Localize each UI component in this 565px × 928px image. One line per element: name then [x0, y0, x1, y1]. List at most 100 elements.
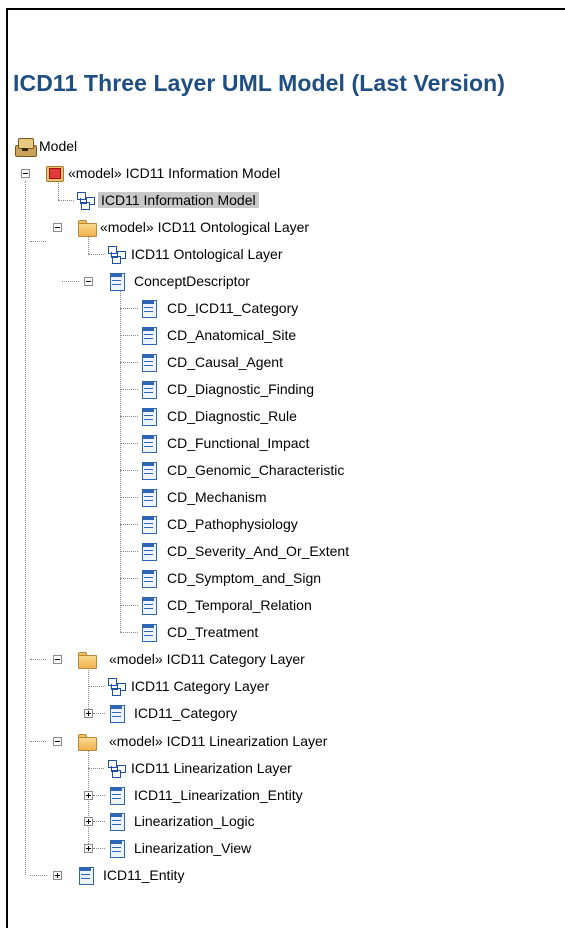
tree-line [30, 741, 46, 742]
tree-node-label: CD_Anatomical_Site [167, 327, 297, 343]
tree-line [93, 821, 105, 822]
tree-node-cd-item[interactable]: CD_Temporal_Relation [140, 593, 312, 617]
class-icon [140, 407, 158, 426]
folder-package-icon [77, 650, 97, 669]
collapse-toggle[interactable] [84, 277, 93, 286]
tree-node-cd-item[interactable]: CD_Symptom_and_Sign [140, 566, 321, 590]
class-icon [108, 839, 126, 858]
tree-node-label: CD_Functional_Impact [167, 435, 310, 451]
tree-line [88, 667, 89, 713]
class-icon [140, 461, 158, 480]
tree-node-model[interactable]: Model [14, 134, 77, 158]
tree-line [120, 289, 121, 632]
tree-node-linearization-diagram[interactable]: ICD11 Linearization Layer [108, 756, 292, 780]
tree-node-cd-item[interactable]: CD_Functional_Impact [140, 431, 309, 455]
expand-toggle[interactable] [84, 844, 93, 853]
class-icon [140, 623, 158, 642]
tree-node-icd11-entity[interactable]: ICD11_Entity [77, 863, 184, 887]
tree-node-label: «model» ICD11 Information Model [68, 165, 281, 181]
tree-node-label: ICD11 Linearization Layer [131, 760, 292, 776]
tree-node-linearization-entity[interactable]: ICD11_Linearization_Entity [108, 783, 303, 807]
tree-node-label: ConceptDescriptor [134, 273, 250, 289]
tree-node-cd-item[interactable]: CD_Diagnostic_Finding [140, 377, 314, 401]
tree-line [88, 768, 104, 769]
tree-line [120, 578, 138, 579]
red-model-package-icon [45, 164, 64, 182]
tree-line [25, 181, 26, 875]
class-icon [140, 380, 158, 399]
tree-line [58, 200, 74, 201]
tree-node-cd-item[interactable]: CD_Causal_Agent [140, 350, 283, 374]
tree-line [120, 497, 138, 498]
tree-node-label: «model» ICD11 Ontological Layer [100, 219, 310, 235]
tree-line [93, 713, 105, 714]
class-icon [140, 515, 158, 534]
tree-line [120, 416, 138, 417]
tree-node-cd-item[interactable]: CD_Severity_And_Or_Extent [140, 539, 349, 563]
tree-line [120, 308, 138, 309]
tree-node-label-selected: ICD11 Information Model [98, 192, 259, 208]
tree-node-category-package[interactable]: «model» ICD11 Category Layer [77, 647, 305, 671]
tree-line [62, 281, 79, 282]
class-icon [140, 326, 158, 345]
class-icon [77, 866, 95, 885]
tree-node-label: CD_Severity_And_Or_Extent [167, 543, 350, 559]
expand-toggle[interactable] [53, 871, 62, 880]
collapse-toggle[interactable] [53, 737, 62, 746]
expand-toggle[interactable] [84, 709, 93, 718]
class-icon [140, 569, 158, 588]
tree-node-label: CD_ICD11_Category [167, 300, 299, 316]
tree-node-label: CD_Genomic_Characteristic [167, 462, 345, 478]
folder-package-icon [77, 732, 97, 751]
tree-node-linearization-logic[interactable]: Linearization_Logic [108, 809, 255, 833]
class-icon [108, 704, 126, 723]
tree-node-cd-item[interactable]: CD_Anatomical_Site [140, 323, 296, 347]
tree-node-label: «model» ICD11 Linearization Layer [109, 733, 328, 749]
tree-node-label: Model [39, 138, 78, 154]
class-icon [140, 299, 158, 318]
tree-node-cd-item[interactable]: CD_Treatment [140, 620, 258, 644]
tree-line [93, 795, 105, 796]
tree-node-cd-item[interactable]: CD_Pathophysiology [140, 512, 298, 536]
tree-node-info-model-diagram[interactable]: ICD11 Information Model [77, 188, 259, 212]
tree-node-category-diagram[interactable]: ICD11 Category Layer [108, 674, 269, 698]
tree-node-cd-item[interactable]: CD_ICD11_Category [140, 296, 298, 320]
tree-node-linearization-package[interactable]: «model» ICD11 Linearization Layer [77, 729, 327, 753]
class-diagram-icon [108, 677, 126, 696]
expand-toggle[interactable] [84, 791, 93, 800]
class-icon [108, 786, 126, 805]
class-icon [140, 353, 158, 372]
tree-node-label: ICD11_Entity [103, 867, 185, 883]
tree-line [120, 605, 138, 606]
class-icon [140, 542, 158, 561]
tree-node-label: CD_Pathophysiology [167, 516, 298, 532]
tree-node-label: CD_Causal_Agent [167, 354, 283, 370]
tree-node-label: «model» ICD11 Category Layer [109, 651, 305, 667]
tree-node-cd-item[interactable]: CD_Diagnostic_Rule [140, 404, 297, 428]
tree-node-label: CD_Diagnostic_Finding [167, 381, 315, 397]
tree-node-label: CD_Treatment [167, 624, 259, 640]
tree-node-label: Linearization_Logic [134, 813, 255, 829]
tree-node-ontological-diagram[interactable]: ICD11 Ontological Layer [108, 242, 282, 266]
tree-line [30, 241, 46, 242]
tree-node-cd-item[interactable]: CD_Mechanism [140, 485, 267, 509]
tree-line [120, 551, 138, 552]
model-tree[interactable]: Model «model» ICD11 Information Model IC… [0, 0, 565, 909]
collapse-toggle[interactable] [53, 655, 62, 664]
collapse-toggle[interactable] [21, 169, 30, 178]
tree-node-category-class[interactable]: ICD11_Category [108, 701, 237, 725]
tree-line [120, 470, 138, 471]
folder-package-icon [77, 218, 97, 237]
tree-node-info-model-package[interactable]: «model» ICD11 Information Model [45, 161, 280, 185]
tree-node-label: ICD11 Category Layer [131, 678, 270, 694]
tree-node-ontological-package[interactable]: «model» ICD11 Ontological Layer [77, 215, 309, 239]
tree-node-linearization-view[interactable]: Linearization_View [108, 836, 251, 860]
expand-toggle[interactable] [84, 817, 93, 826]
tree-node-cd-item[interactable]: CD_Genomic_Characteristic [140, 458, 344, 482]
collapse-toggle[interactable] [53, 223, 62, 232]
tree-line [120, 524, 138, 525]
class-icon [140, 596, 158, 615]
tree-node-label: CD_Temporal_Relation [167, 597, 312, 613]
tree-node-label: Linearization_View [134, 840, 252, 856]
tree-node-concept-descriptor[interactable]: ConceptDescriptor [108, 269, 250, 293]
